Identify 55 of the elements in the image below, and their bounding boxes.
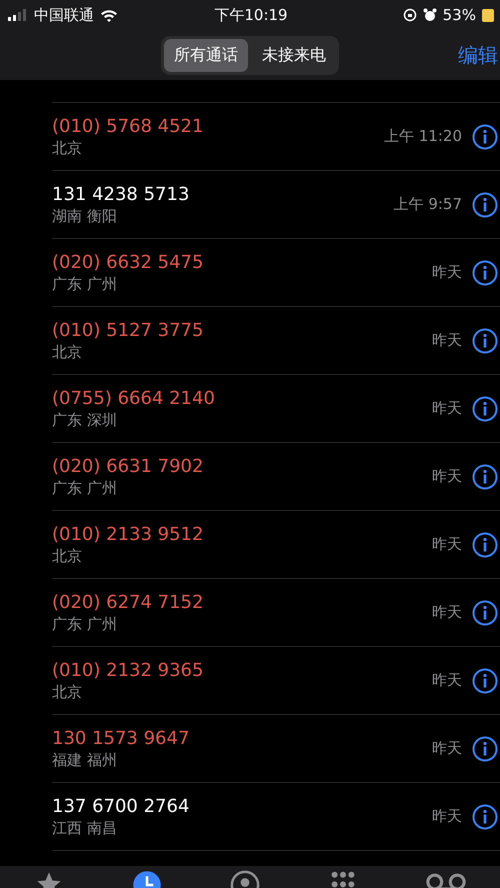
call-location: 广东 广州 bbox=[52, 614, 117, 634]
clock-time: 下午10:19 bbox=[214, 6, 288, 24]
call-location: 江西 南昌 bbox=[52, 818, 117, 838]
call-location: 广东 广州 bbox=[52, 274, 117, 294]
phone-number: 131 4238 5713 bbox=[52, 184, 190, 204]
phone-number: (020) 6631 7902 bbox=[52, 456, 204, 476]
battery-icon bbox=[482, 8, 494, 22]
call-location: 北京 bbox=[52, 546, 82, 566]
battery-percent: 53% bbox=[442, 6, 476, 24]
info-button[interactable] bbox=[472, 328, 498, 354]
info-button[interactable] bbox=[472, 260, 498, 286]
call-time: 昨天 bbox=[432, 467, 462, 486]
alarm-icon bbox=[422, 8, 437, 22]
call-time: 昨天 bbox=[432, 263, 462, 282]
call-location: 福建 福州 bbox=[52, 750, 117, 770]
phone-number: (010) 5127 3775 bbox=[52, 320, 204, 340]
carrier-name: 中国联通 bbox=[34, 6, 94, 24]
phone-number: (010) 2132 9365 bbox=[52, 660, 204, 680]
info-button[interactable] bbox=[472, 600, 498, 626]
phone-number: (010) 5768 4521 bbox=[52, 116, 204, 136]
call-time: 上午 11:20 bbox=[384, 127, 462, 146]
call-time: 昨天 bbox=[432, 603, 462, 622]
info-button[interactable] bbox=[472, 668, 498, 694]
signal-icon bbox=[8, 9, 28, 21]
call-time: 昨天 bbox=[432, 807, 462, 826]
call-location: 北京 bbox=[52, 138, 82, 158]
call-time: 昨天 bbox=[432, 739, 462, 758]
rotation-lock-icon bbox=[402, 8, 417, 22]
call-location: 北京 bbox=[52, 682, 82, 702]
wifi-icon bbox=[100, 8, 118, 22]
segment-tab[interactable]: 所有通话 bbox=[164, 38, 248, 72]
info-button[interactable] bbox=[472, 192, 498, 218]
call-location: 北京 bbox=[52, 342, 82, 362]
info-button[interactable] bbox=[472, 736, 498, 762]
info-button[interactable] bbox=[472, 804, 498, 830]
call-time: 昨天 bbox=[432, 399, 462, 418]
call-location: 湖南 衡阳 bbox=[52, 206, 117, 226]
phone-number: (020) 6632 5475 bbox=[52, 252, 204, 272]
call-location: 广东 广州 bbox=[52, 478, 117, 498]
call-time: 昨天 bbox=[432, 331, 462, 350]
phone-number: (010) 2133 9512 bbox=[52, 524, 204, 544]
info-button[interactable] bbox=[472, 464, 498, 490]
call-time: 昨天 bbox=[432, 671, 462, 690]
info-button[interactable] bbox=[472, 124, 498, 150]
info-button[interactable] bbox=[472, 532, 498, 558]
segment-tab[interactable]: 未接来电 bbox=[252, 38, 336, 72]
call-location: 广东 深圳 bbox=[52, 410, 117, 430]
edit-button[interactable]: 编辑 bbox=[458, 42, 498, 69]
phone-number: (020) 6274 7152 bbox=[52, 592, 204, 612]
phone-number: 137 6700 2764 bbox=[52, 796, 190, 816]
phone-number: 130 1573 9647 bbox=[52, 728, 190, 748]
info-button[interactable] bbox=[472, 396, 498, 422]
call-time: 上午 9:57 bbox=[394, 195, 462, 214]
phone-number: (0755) 6664 2140 bbox=[52, 388, 215, 408]
call-time: 昨天 bbox=[432, 535, 462, 554]
